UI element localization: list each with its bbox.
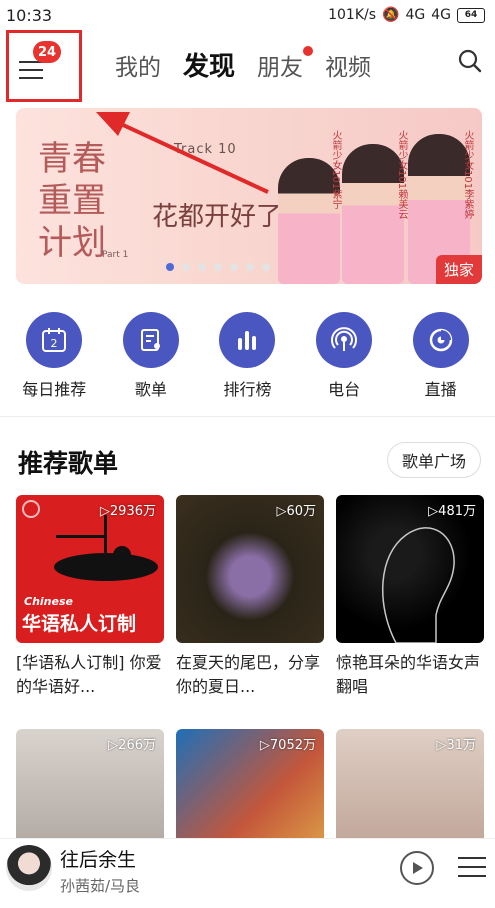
album-art[interactable] (6, 845, 52, 891)
playlist-cover: ▷2936万 Chinese 华语私人订制 (16, 495, 164, 643)
banner-pager (166, 263, 270, 271)
banner-track: Track 10 (174, 142, 237, 157)
search-icon[interactable] (457, 48, 483, 74)
ranking-button[interactable]: 排行榜 (207, 312, 287, 400)
daily-recommend-button[interactable]: 2 每日推荐 (14, 312, 94, 400)
top-nav: 24 我的 发现 朋友 视频 (0, 30, 495, 102)
banner-part: Part 1 (102, 250, 129, 260)
banner-carousel[interactable]: 青春重置计划 Track 10 花都开好了 Part 1 火箭少女101紫宁 火… (16, 108, 482, 284)
playlist-cover: ▷60万 (176, 495, 324, 643)
network-speed: 101K/s (328, 7, 377, 23)
signal-1: 4G (405, 7, 426, 23)
exclusive-tag: 独家 (435, 255, 482, 284)
playlist-queue-icon[interactable] (458, 857, 486, 884)
playlist-card[interactable]: ▷481万 惊艳耳朵的华语女声翻唱 (336, 495, 484, 699)
playlist-title: 在夏天的尾巴，分享你的夏日... (176, 653, 321, 696)
play-count: ▷31万 (436, 738, 476, 753)
pager-dot[interactable] (262, 263, 270, 271)
radio-icon (316, 312, 373, 368)
notification-badge: 24 (33, 41, 62, 63)
song-artist: 孙茜茹/马良 (60, 877, 141, 895)
status-time: 10:33 (6, 5, 53, 25)
quick-entry-label: 歌单 (134, 380, 167, 399)
tab-mine[interactable]: 我的 (115, 48, 161, 82)
play-icon (413, 862, 423, 874)
chart-icon (219, 312, 276, 368)
banner-slogan: 花都开好了 (152, 202, 283, 232)
quick-entry-label: 电台 (328, 380, 361, 399)
pager-dot[interactable] (198, 263, 206, 271)
playlist-grid: ▷2936万 Chinese 华语私人订制 [华语私人订制] 你爱的华语好...… (16, 495, 484, 877)
playlist-square-button[interactable]: 歌单广场 (386, 442, 481, 478)
banner-headline: 青春重置计划 (38, 139, 106, 263)
pager-dot[interactable] (246, 263, 254, 271)
menu-button[interactable]: 24 (6, 30, 82, 102)
play-count: ▷60万 (276, 504, 316, 519)
playlist-cover: ▷481万 (336, 495, 484, 643)
logo-icon (22, 500, 40, 518)
play-count: ▷266万 (108, 738, 156, 753)
quick-entry-label: 直播 (424, 380, 457, 399)
quick-entry-label: 每日推荐 (22, 380, 87, 399)
quick-entry-label: 排行榜 (223, 380, 272, 399)
playlist-icon (122, 312, 179, 368)
tab-friends[interactable]: 朋友 (257, 46, 314, 82)
svg-text:2: 2 (51, 337, 58, 350)
section-title: 推荐歌单 (18, 449, 119, 478)
tab-discover[interactable]: 发现 (183, 46, 235, 83)
live-icon (412, 312, 469, 368)
unread-dot (303, 46, 314, 56)
divider (0, 416, 495, 417)
status-bar: 10:33 101K/s 🔕 4G 4G 64 (0, 0, 495, 30)
pager-dot[interactable] (182, 263, 190, 271)
play-button[interactable] (400, 851, 434, 885)
play-count: ▷7052万 (259, 738, 316, 753)
pager-dot[interactable] (214, 263, 222, 271)
menu-icon (19, 61, 43, 85)
banner-credit: 火箭少女101赖美云 (396, 130, 407, 220)
mute-icon: 🔕 (382, 7, 400, 23)
signal-2: 4G (431, 7, 451, 23)
quick-entries: 2 每日推荐 歌单 排行榜 电台 直播 (0, 312, 495, 400)
mini-player[interactable]: 往后余生 孙茜茹/马良 (0, 838, 495, 908)
calendar-icon: 2 (26, 312, 83, 368)
live-button[interactable]: 直播 (401, 312, 481, 400)
cover-title: 华语私人订制 (22, 613, 137, 635)
battery-icon: 64 (457, 7, 485, 23)
playlist-title: 惊艳耳朵的华语女声翻唱 (336, 653, 481, 696)
banner-credit: 火箭少女101李紫婷 (462, 130, 473, 220)
pager-dot[interactable] (230, 263, 238, 271)
playlist-card[interactable]: ▷2936万 Chinese 华语私人订制 [华语私人订制] 你爱的华语好... (16, 495, 164, 699)
tab-bar: 我的 发现 朋友 视频 (115, 46, 371, 83)
playlist-title: [华语私人订制] 你爱的华语好... (16, 653, 162, 696)
radio-button[interactable]: 电台 (304, 312, 384, 400)
cover-subtitle: Chinese (24, 595, 73, 608)
banner-credit: 火箭少女101紫宁 (330, 130, 341, 210)
playlist-button[interactable]: 歌单 (111, 312, 191, 400)
pager-dot[interactable] (166, 263, 174, 271)
play-count: ▷481万 (428, 504, 476, 519)
song-title: 往后余生 (60, 849, 137, 871)
playlist-card[interactable]: ▷60万 在夏天的尾巴，分享你的夏日... (176, 495, 324, 699)
play-count: ▷2936万 (99, 504, 156, 519)
tab-video[interactable]: 视频 (325, 48, 371, 82)
